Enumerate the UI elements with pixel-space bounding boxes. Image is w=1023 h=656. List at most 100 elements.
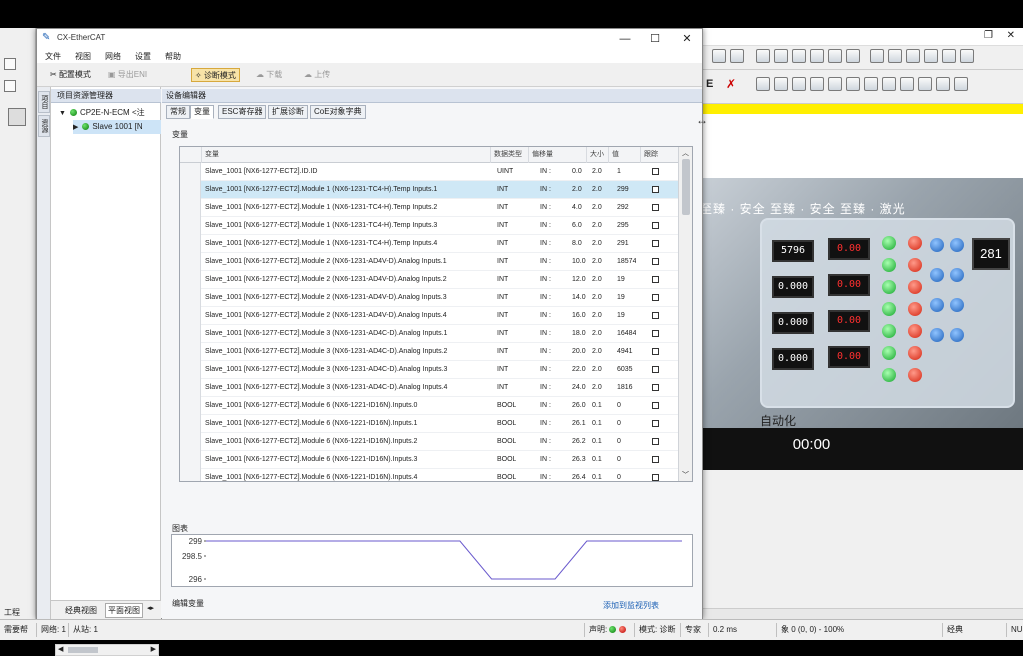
col-variable[interactable]: 变量 [201,147,490,163]
maximize-button[interactable]: ☐ [641,31,669,47]
trace-checkbox[interactable] [652,438,659,445]
trace-checkbox[interactable] [652,366,659,373]
trace-checkbox[interactable] [652,474,659,481]
tab-esc-registers[interactable]: ESC寄存器 [218,105,267,119]
row-header[interactable] [180,181,201,199]
toolbar-tool-icon[interactable] [756,77,770,91]
tree-item-master[interactable]: ▼ CP2E-N-ECM <注 [59,106,145,120]
toolbar-tool-icon[interactable] [960,49,974,63]
toolbar-tool-icon[interactable] [810,77,824,91]
table-row[interactable]: Slave_1001 [NX6-1277-ECT2].Module 1 (NX6… [180,181,678,199]
tab-flat-view[interactable]: 平面视图 [105,603,143,618]
table-row[interactable]: Slave_1001 [NX6-1277-ECT2].Module 3 (NX6… [180,325,678,343]
upload-button[interactable]: ☁ 上传 [301,68,333,82]
row-header[interactable] [180,343,201,361]
row-header[interactable] [180,307,201,325]
expand-arrow-icon[interactable]: ▼ [59,110,66,117]
table-row[interactable]: Slave_1001 [NX6-1277-ECT2].Module 2 (NX6… [180,271,678,289]
menu-settings[interactable]: 设置 [135,51,151,62]
add-to-watch-link[interactable]: 添加到监视列表 [603,600,659,611]
diag-mode-button[interactable]: ✧ 诊断模式 [191,68,240,82]
toolbar-tool-icon[interactable] [924,49,938,63]
config-mode-button[interactable]: ✂ 配置模式 [47,68,94,82]
trace-checkbox[interactable] [652,402,659,409]
table-row[interactable]: Slave_1001 [NX6-1277-ECT2].Module 6 (NX6… [180,415,678,433]
close-icon[interactable]: ✕ [1007,30,1015,41]
toolbar-tool-icon[interactable] [846,77,860,91]
tab-general[interactable]: 常规 [166,105,190,119]
scroll-thumb[interactable] [682,159,690,215]
tree-root-icon[interactable] [8,108,26,126]
table-row[interactable]: Slave_1001 [NX6-1277-ECT2].Module 2 (NX6… [180,307,678,325]
toolbar-tool-icon[interactable] [900,77,914,91]
table-row[interactable]: Slave_1001 [NX6-1277-ECT2].Module 6 (NX6… [180,451,678,469]
table-row[interactable]: Slave_1001 [NX6-1277-ECT2].Module 1 (NX6… [180,217,678,235]
table-vscroll[interactable]: ︿ ﹀ [678,147,692,481]
table-row[interactable]: Slave_1001 [NX6-1277-ECT2].Module 6 (NX6… [180,469,678,481]
toolbar-e-icon[interactable]: E [706,78,713,90]
row-header[interactable] [180,217,201,235]
scroll-down-icon[interactable]: ﹀ [682,470,689,480]
vtab-project[interactable]: 项目 [38,91,50,113]
trace-checkbox[interactable] [652,348,659,355]
expand-arrow-icon[interactable]: ▶ [73,124,78,131]
col-value[interactable]: 值 [608,147,640,163]
toolbar-tool-icon[interactable] [936,77,950,91]
toolbar-tool-icon[interactable] [828,49,842,63]
table-row[interactable]: Slave_1001 [NX6-1277-ECT2].Module 6 (NX6… [180,433,678,451]
tab-variables[interactable]: 变量 [190,105,214,119]
menu-network[interactable]: 网络 [105,51,121,62]
sidebar-hscroll[interactable]: ◀ ▶ [55,644,159,656]
toolbar-tool-icon[interactable] [954,77,968,91]
toolbar-tool-icon[interactable] [906,49,920,63]
row-header[interactable] [180,397,201,415]
trace-checkbox[interactable] [652,186,659,193]
trace-checkbox[interactable] [652,240,659,247]
vtab-resources[interactable]: 资源 [38,115,50,137]
table-row[interactable]: Slave_1001 [NX6-1277-ECT2].Module 6 (NX6… [180,397,678,415]
open-file-icon[interactable] [4,80,16,92]
row-header[interactable] [180,451,201,469]
row-header[interactable] [180,469,201,481]
menu-help[interactable]: 帮助 [165,51,181,62]
trace-checkbox[interactable] [652,294,659,301]
trace-checkbox[interactable] [652,276,659,283]
toolbar-tool-icon[interactable] [774,49,788,63]
toolbar-tool-icon[interactable] [792,49,806,63]
table-row[interactable]: Slave_1001 [NX6-1277-ECT2].Module 3 (NX6… [180,361,678,379]
row-header[interactable] [180,253,201,271]
col-offset[interactable]: 偏移量 [528,147,586,163]
toolbar-tool-icon[interactable] [756,49,770,63]
toolbar-tool-icon[interactable] [810,49,824,63]
minimize-button[interactable]: — [611,31,639,47]
restore-icon[interactable]: ❐ [984,30,993,41]
export-eni-button[interactable]: ▣ 导出ENI [105,68,150,82]
trace-checkbox[interactable] [652,168,659,175]
row-header[interactable] [180,361,201,379]
scroll-right-icon[interactable]: ▶ [151,645,156,653]
tab-coe-dictionary[interactable]: CoE对象字典 [310,105,366,119]
row-header[interactable] [180,289,201,307]
window-titlebar[interactable]: ✎ CX-EtherCAT — ☐ ✕ [37,29,702,49]
trace-checkbox[interactable] [652,420,659,427]
col-datatype[interactable]: 数据类型 [490,147,528,163]
toolbar-tool-icon[interactable] [942,49,956,63]
table-row[interactable]: Slave_1001 [NX6-1277-ECT2].Module 1 (NX6… [180,199,678,217]
toolbar-tool-icon[interactable] [870,49,884,63]
tab-extended-diagnostics[interactable]: 扩展诊断 [268,105,308,119]
close-button[interactable]: ✕ [673,31,701,47]
table-row[interactable]: Slave_1001 [NX6-1277-ECT2].Module 3 (NX6… [180,379,678,397]
row-header[interactable] [180,199,201,217]
new-file-icon[interactable] [4,58,16,70]
download-button[interactable]: ☁ 下载 [253,68,285,82]
trace-checkbox[interactable] [652,384,659,391]
table-row[interactable]: Slave_1001 [NX6-1277-ECT2].Module 2 (NX6… [180,253,678,271]
toolbar-tool-icon[interactable] [846,49,860,63]
table-row[interactable]: Slave_1001 [NX6-1277-ECT2].Module 2 (NX6… [180,289,678,307]
tree-item-slave[interactable]: ▶ Slave 1001 [N [73,120,161,134]
col-size[interactable]: 大小 [586,147,608,163]
row-header[interactable] [180,163,201,181]
toolbar-tool-icon[interactable] [828,77,842,91]
trace-checkbox[interactable] [652,330,659,337]
row-header[interactable] [180,433,201,451]
